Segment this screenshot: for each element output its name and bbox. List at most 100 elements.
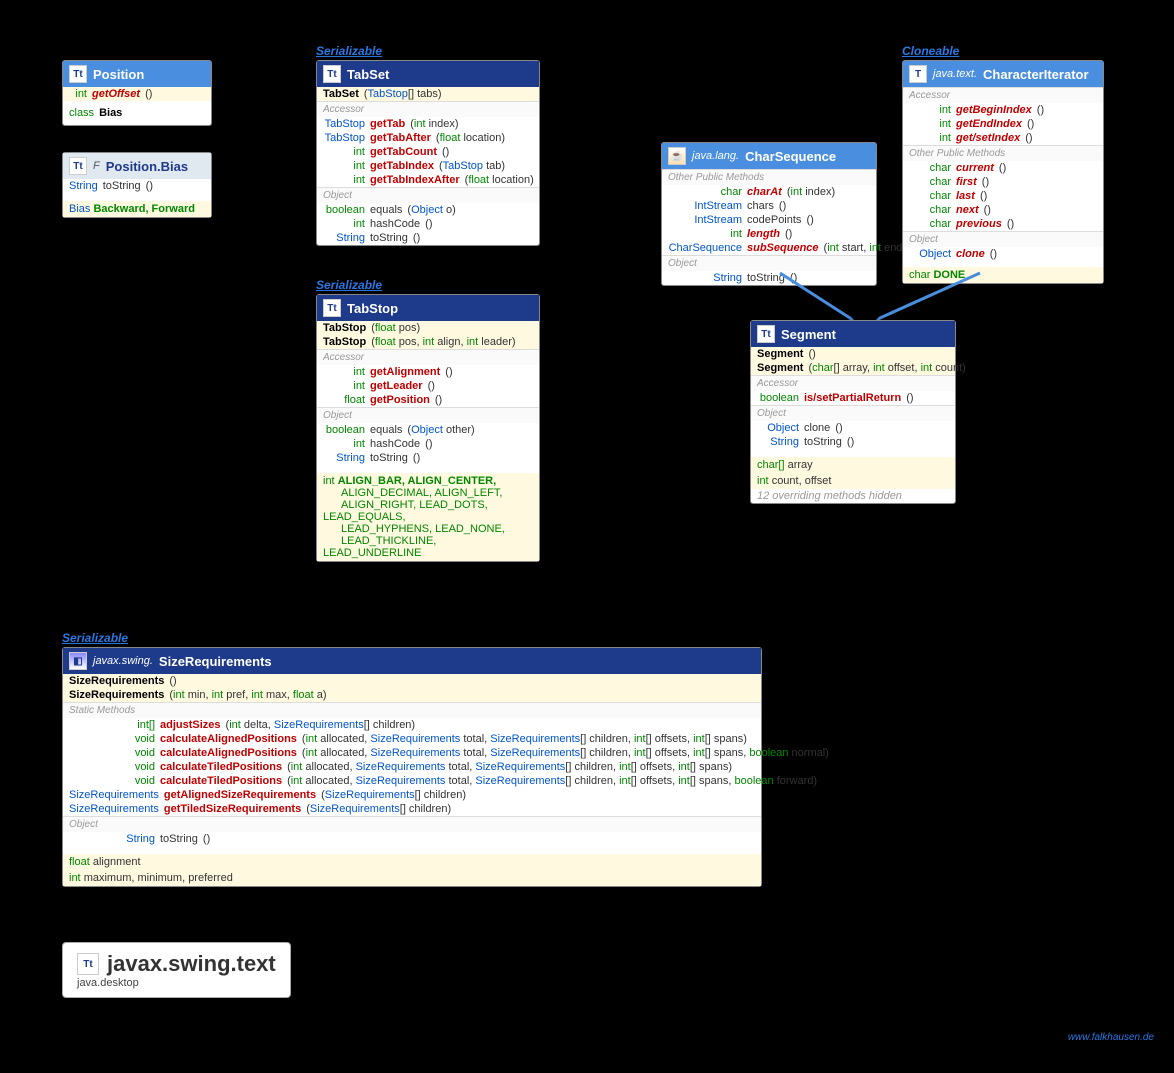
segment-clone: Objectclone() (751, 421, 955, 435)
tabset-accessor-section: Accessor (317, 101, 539, 117)
characteriterator-last: charlast() (903, 189, 1103, 203)
sizerequirements-static-section: Static Methods (63, 702, 761, 718)
characteriterator-first: charfirst() (903, 175, 1103, 189)
characteriterator-getendindex: intgetEndIndex() (903, 117, 1103, 131)
class-icon: Tt (757, 325, 775, 343)
cloneable-label[interactable]: Cloneable (902, 44, 959, 58)
package-name: javax.swing.text (107, 951, 276, 977)
sizerequirements-pkg: javax.swing. (93, 655, 153, 667)
segment-accessor-section: Accessor (751, 375, 955, 391)
serializable-label-2[interactable]: Serializable (316, 278, 382, 292)
tabset-gettab: TabStopgetTab(int index) (317, 117, 539, 131)
characteriterator-interface: Tjava.text. CharacterIterator Accessor in… (902, 60, 1104, 284)
segment-ctor1: Segment() (751, 347, 955, 361)
charsequence-title: CharSequence (745, 149, 836, 164)
segment-title: Segment (781, 327, 836, 342)
java-icon: ☕ (668, 147, 686, 165)
interface-icon: Tt (69, 65, 87, 83)
footer-link[interactable]: www.falkhausen.de (1068, 1032, 1154, 1043)
tabstop-equals: booleanequals(Object other) (317, 423, 539, 437)
tabstop-class: TtTabStop TabStop(float pos) TabStop(flo… (316, 294, 540, 562)
characteriterator-header: Tjava.text. CharacterIterator (903, 61, 1103, 87)
charsequence-charat: charcharAt(int index) (662, 185, 876, 199)
package-box: Tt javax.swing.text java.desktop (62, 942, 291, 998)
package-module: java.desktop (77, 977, 276, 989)
segment-field-array: char[] array (751, 457, 955, 473)
segment-partialreturn: booleanis/setPartialReturn() (751, 391, 955, 405)
tabset-gettabcount: intgetTabCount() (317, 145, 539, 159)
charsequence-chars: IntStreamchars() (662, 199, 876, 213)
characteriterator-clone: Objectclone() (903, 247, 1103, 261)
charsequence-pkg: java.lang. (692, 150, 739, 162)
characteriterator-object-section: Object (903, 231, 1103, 247)
characteriterator-pkg: java.text. (933, 68, 977, 80)
segment-ctor2: Segment(char[] array, int offset, int co… (751, 361, 955, 375)
tabstop-accessor-section: Accessor (317, 349, 539, 365)
tabstop-getleader: intgetLeader() (317, 379, 539, 393)
tabset-tostring: StringtoString() (317, 231, 539, 245)
sizerequirements-calcaligned1: voidcalculateAlignedPositions(int alloca… (63, 732, 761, 746)
tabstop-tostring: StringtoString() (317, 451, 539, 465)
charsequence-interface: ☕ java.lang. CharSequence Other Public Met… (661, 142, 877, 286)
positionbias-modifier: F (93, 160, 100, 172)
class-icon: Tt (323, 299, 341, 317)
charsequence-subsequence: CharSequencesubSequence(int start, int e… (662, 241, 876, 255)
serializable-label-3[interactable]: Serializable (62, 631, 128, 645)
tabset-header: Tt TabSet (317, 61, 539, 87)
tabstop-header: TtTabStop (317, 295, 539, 321)
sizerequirements-field-alignment: float alignment (63, 854, 761, 870)
tabset-gettabindexafter: intgetTabIndexAfter(float location) (317, 173, 539, 187)
positionbias-tostring: String toString() (63, 179, 211, 193)
tabstop-getalignment: intgetAlignment() (317, 365, 539, 379)
charsequence-methods-section: Other Public Methods (662, 169, 876, 185)
tabstop-getposition: floatgetPosition() (317, 393, 539, 407)
sizerequirements-title: SizeRequirements (159, 654, 272, 669)
tabset-class: Tt TabSet TabSet(TabStop[] tabs) Accessor… (316, 60, 540, 246)
characteriterator-title: CharacterIterator (983, 67, 1089, 82)
sizerequirements-header: ◧ javax.swing. SizeRequirements (63, 648, 761, 674)
tabset-object-section: Object (317, 187, 539, 203)
tabstop-object-section: Object (317, 407, 539, 423)
characteriterator-next: charnext() (903, 203, 1103, 217)
position-getoffset: intgetOffset() (63, 87, 211, 101)
tabset-title: TabSet (347, 67, 389, 82)
position-class: Tt Position intgetOffset() class Bias (62, 60, 212, 126)
sizerequirements-field-max: int maximum, minimum, preferred (63, 870, 761, 886)
positionbias-constants: Bias Backward, Forward (63, 201, 211, 217)
segment-field-count: int count, offset (751, 473, 955, 489)
charsequence-codepoints: IntStreamcodePoints() (662, 213, 876, 227)
tabstop-hashcode: inthashCode() (317, 437, 539, 451)
segment-hidden-note: 12 overriding methods hidden (751, 489, 955, 503)
sizerequirements-calcaligned2: voidcalculateAlignedPositions(int alloca… (63, 746, 761, 760)
tabstop-ctor1: TabStop(float pos) (317, 321, 539, 335)
sizerequirements-object-section: Object (63, 816, 761, 832)
sizerequirements-class: ◧ javax.swing. SizeRequirements SizeRequir… (62, 647, 762, 887)
positionbias-class: Tt F Position.Bias String toString() Bias … (62, 152, 212, 218)
sizerequirements-ctor2: SizeRequirements(int min, int pref, int … (63, 688, 761, 702)
characteriterator-getbeginindex: intgetBeginIndex() (903, 103, 1103, 117)
sizerequirements-gettiled: SizeRequirementsgetTiledSizeRequirements… (63, 802, 761, 816)
sizerequirements-ctor1: SizeRequirements() (63, 674, 761, 688)
characteriterator-getsetindex: intget/setIndex() (903, 131, 1103, 145)
charsequence-length: intlength() (662, 227, 876, 241)
interface-icon: T (909, 65, 927, 83)
characteriterator-accessor-section: Accessor (903, 87, 1103, 103)
sizerequirements-calctiled1: voidcalculateTiledPositions(int allocate… (63, 760, 761, 774)
sizerequirements-tostring: StringtoString() (63, 832, 761, 846)
sizerequirements-getaligned: SizeRequirementsgetAlignedSizeRequiremen… (63, 788, 761, 802)
charsequence-object-section: Object (662, 255, 876, 271)
package-icon: Tt (77, 953, 99, 975)
tabset-ctor: TabSet(TabStop[] tabs) (317, 87, 539, 101)
positionbias-title: Position.Bias (106, 159, 188, 174)
position-inner-bias: class Bias (63, 101, 211, 125)
serializable-label-1[interactable]: Serializable (316, 44, 382, 58)
position-title: Position (93, 67, 144, 82)
class-icon: Tt (69, 157, 87, 175)
sizerequirements-calctiled2: voidcalculateTiledPositions(int allocate… (63, 774, 761, 788)
class-icon: ◧ (69, 652, 87, 670)
characteriterator-previous: charprevious() (903, 217, 1103, 231)
class-icon: Tt (323, 65, 341, 83)
segment-header: Tt Segment (751, 321, 955, 347)
position-header: Tt Position (63, 61, 211, 87)
charsequence-tostring: StringtoString() (662, 271, 876, 285)
